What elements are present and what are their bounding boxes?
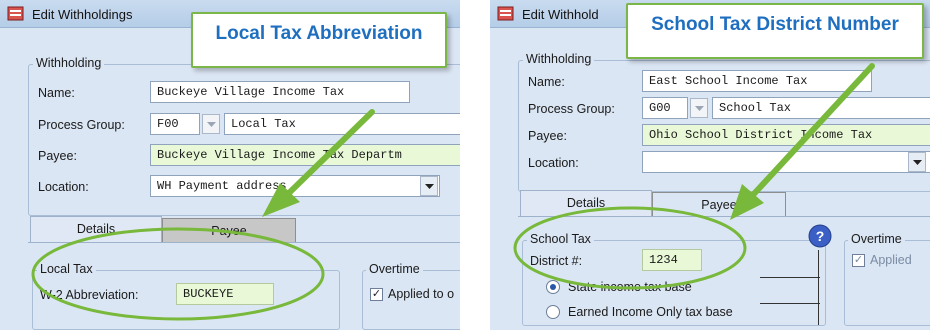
applied-label: Applied to o [388,287,455,301]
dialog-body: Withholding Name: Buckeye Village Income… [0,28,460,330]
app-icon [497,6,514,21]
earned-income-radio[interactable] [546,305,560,319]
tab-payee[interactable]: Payee [162,218,296,244]
applied-label: Applied [870,253,912,267]
help-icon[interactable]: ? [808,224,832,248]
annotation-callout: School Tax District Number [626,3,924,59]
process-group-dropdown[interactable] [690,98,708,118]
payee-label: Payee: [38,149,77,163]
state-tax-base-radio[interactable] [546,280,560,294]
app-icon [7,6,24,21]
process-group-code-field[interactable]: G00 [642,97,688,119]
district-number-label: District #: [530,254,583,268]
overtime-legend: Overtime [848,232,905,246]
withholding-legend: Withholding [523,52,595,66]
right-window: Edit Withhold Withholding Name: East Sch… [490,0,930,330]
tab-details[interactable]: Details [30,216,162,242]
location-label: Location: [528,156,579,170]
location-label: Location: [38,180,89,194]
window-title: Edit Withholdings [32,7,133,22]
w2-abbreviation-field[interactable]: BUCKEYE [176,283,274,305]
name-label: Name: [38,86,75,100]
name-field[interactable]: East School Income Tax [642,70,872,92]
separator-line [818,250,819,325]
window-title: Edit Withhold [522,7,599,22]
chevron-down-icon [913,160,922,165]
district-number-field[interactable]: 1234 [642,249,702,271]
state-tax-base-label: State income tax base [568,280,692,294]
name-label: Name: [528,75,565,89]
payee-field[interactable]: Ohio School District Income Tax [642,124,930,146]
location-dropdown[interactable] [908,152,926,172]
tab-payee[interactable]: Payee [652,192,786,218]
location-field[interactable]: WH Payment address [150,175,440,197]
payee-label: Payee: [528,129,567,143]
annotation-callout: Local Tax Abbreviation [191,12,447,68]
w2-abbreviation-label: W-2 Abbreviation: [40,288,139,302]
process-group-label: Process Group: [38,118,125,132]
withholding-legend: Withholding [33,56,105,70]
school-tax-legend: School Tax [527,232,594,246]
svg-text:?: ? [816,228,825,244]
tab-details[interactable]: Details [520,190,652,216]
applied-checkbox[interactable]: ✓ [852,254,865,267]
payee-field[interactable]: Buckeye Village Income Tax Departm [150,144,460,166]
name-field[interactable]: Buckeye Village Income Tax [150,81,410,103]
dialog-body: Withholding Name: East School Income Tax… [490,28,930,330]
chevron-down-icon [425,184,434,189]
location-dropdown[interactable] [420,176,438,196]
process-group-dropdown[interactable] [202,114,220,134]
process-group-field[interactable]: School Tax [712,97,930,119]
process-group-field[interactable]: Local Tax [224,113,460,135]
local-tax-legend: Local Tax [37,262,96,276]
separator-line [760,303,820,304]
earned-income-label: Earned Income Only tax base [568,305,733,319]
left-window: Edit Withholdings Withholding Name: Buck… [0,0,460,330]
separator-line [760,277,820,278]
process-group-code-field[interactable]: F00 [150,113,200,135]
chevron-down-icon [695,106,704,111]
overtime-legend: Overtime [366,262,423,276]
process-group-label: Process Group: [528,102,615,116]
applied-checkbox[interactable]: ✓ [370,288,383,301]
location-field[interactable] [642,151,930,173]
chevron-down-icon [207,122,216,127]
